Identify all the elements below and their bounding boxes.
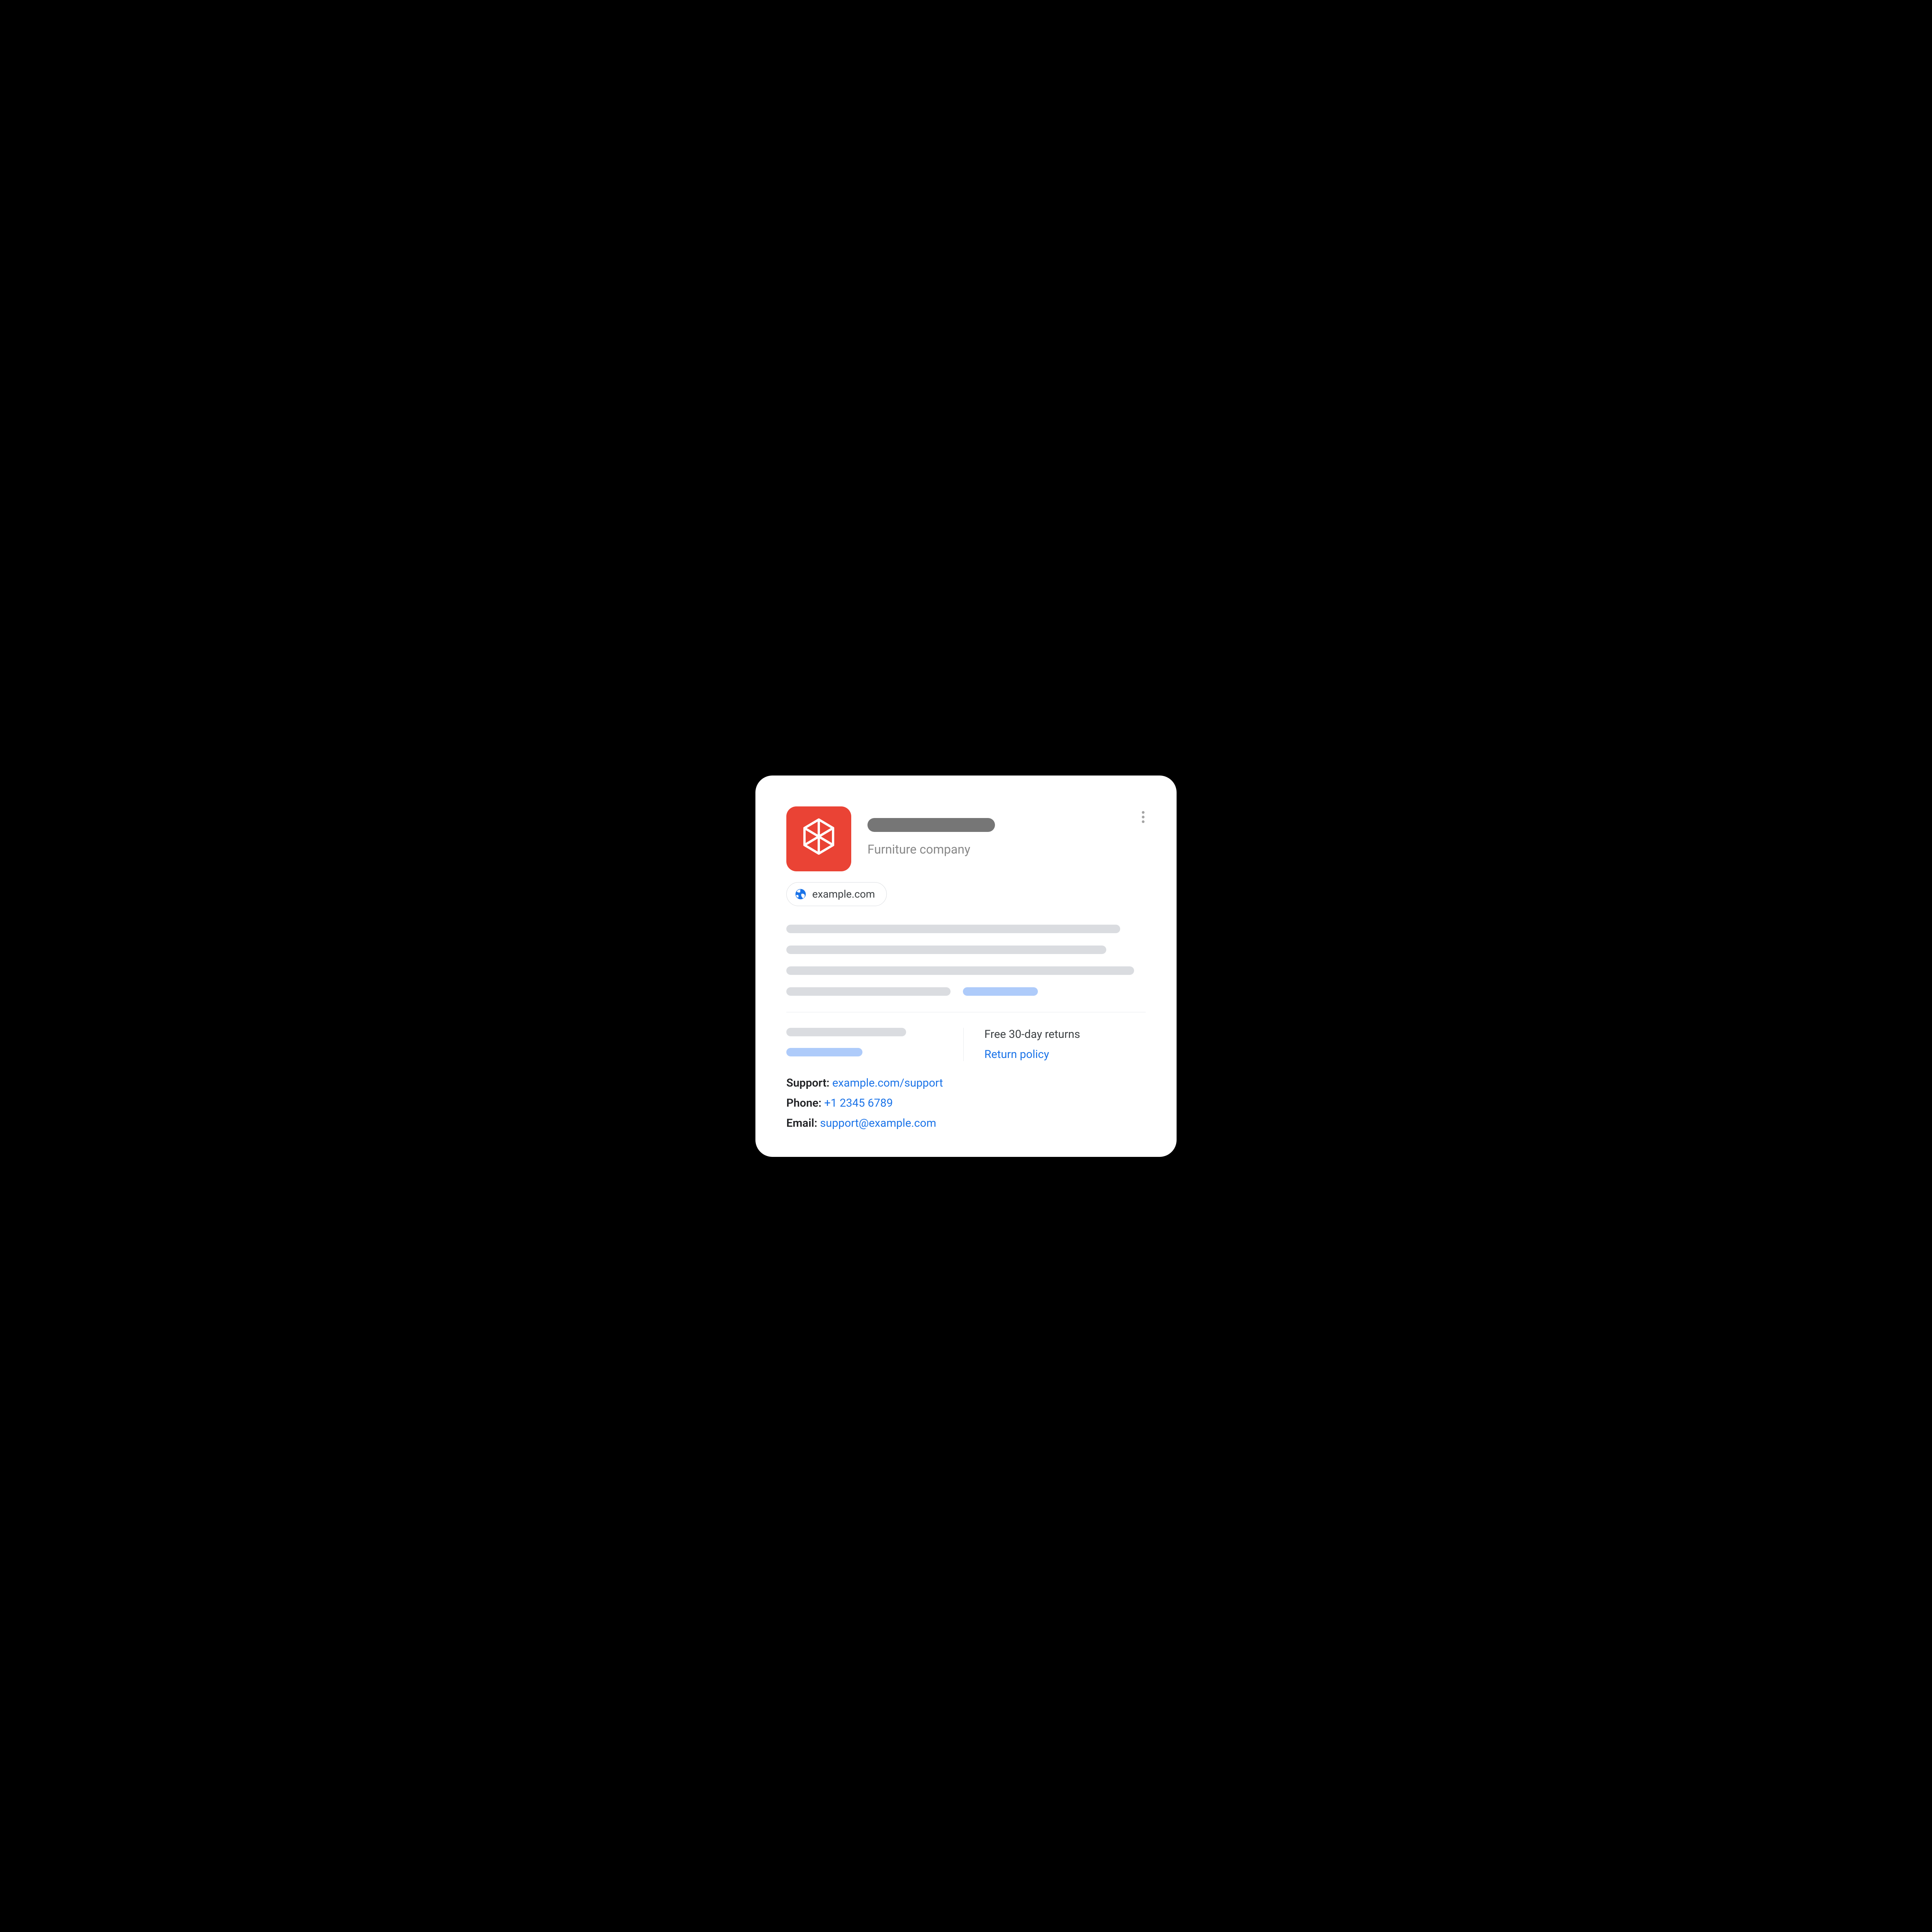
chair-outline-icon — [802, 818, 835, 860]
description-placeholder-line — [786, 925, 1120, 933]
phone-link[interactable]: +1 2345 6789 — [824, 1097, 893, 1110]
info-column-right: Free 30-day returns Return policy — [963, 1028, 1146, 1061]
email-link[interactable]: support@example.com — [820, 1117, 936, 1130]
return-policy-link[interactable]: Return policy — [985, 1048, 1146, 1061]
website-chip-text: example.com — [812, 888, 875, 900]
more-options-button[interactable] — [1137, 810, 1149, 825]
email-label: Email: — [786, 1117, 817, 1130]
knowledge-panel-card: Furniture company example.com Free 30-da… — [755, 776, 1177, 1157]
returns-title: Free 30-day returns — [985, 1028, 1146, 1041]
globe-icon — [794, 888, 807, 900]
info-columns: Free 30-day returns Return policy — [786, 1028, 1146, 1061]
email-row: Email: support@example.com — [786, 1117, 1146, 1130]
description-link-placeholder[interactable] — [963, 987, 1038, 996]
info-link-placeholder[interactable] — [786, 1048, 862, 1056]
info-text-placeholder — [786, 1028, 906, 1036]
company-logo — [786, 806, 851, 871]
support-link[interactable]: example.com/support — [832, 1077, 943, 1090]
company-category: Furniture company — [867, 842, 1146, 857]
support-label: Support: — [786, 1077, 830, 1090]
title-block: Furniture company — [867, 806, 1146, 857]
company-name-placeholder — [867, 818, 995, 832]
description-placeholder-line — [786, 966, 1134, 975]
phone-label: Phone: — [786, 1097, 821, 1110]
description-block — [786, 925, 1146, 996]
info-column-left — [786, 1028, 963, 1061]
website-chip[interactable]: example.com — [786, 882, 887, 906]
description-placeholder-line — [786, 946, 1106, 954]
support-row: Support: example.com/support — [786, 1077, 1146, 1090]
phone-row: Phone: +1 2345 6789 — [786, 1097, 1146, 1110]
description-placeholder-line — [786, 987, 951, 996]
header: Furniture company — [786, 806, 1146, 871]
